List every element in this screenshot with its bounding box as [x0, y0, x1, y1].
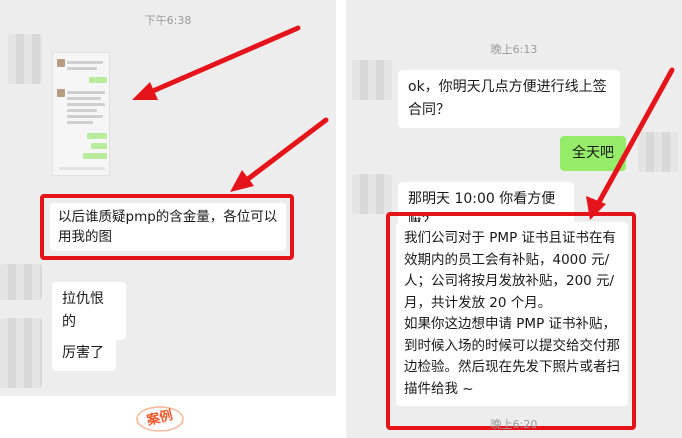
left-chat-screenshot: 下午6:38 以后谁质疑pmp的含金量，各位可以用我的图 拉仇恨的 厉害了 [0, 0, 336, 396]
arrow-icon [132, 25, 329, 192]
arrow-icon [586, 67, 675, 220]
right-chat-screenshot: 晚上6:13 ok，你明天几点方便进行线上签合同？ 全天吧 那明天 10:00 … [346, 0, 682, 438]
case-stamp: 案例 [135, 404, 185, 434]
